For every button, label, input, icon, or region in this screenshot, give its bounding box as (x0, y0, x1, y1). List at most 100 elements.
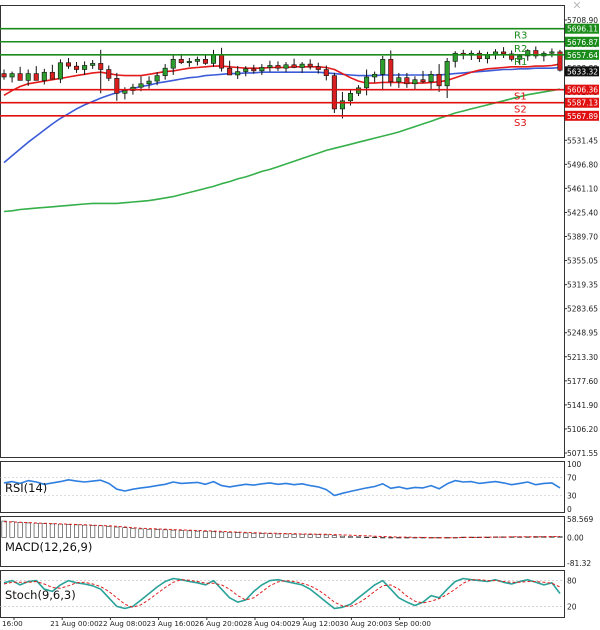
macd-bar (17, 522, 23, 538)
macd-bar (364, 536, 370, 539)
candle-body (484, 54, 490, 59)
candle-body (17, 73, 23, 81)
candle-body (380, 59, 386, 75)
pane-frame-stoch (0, 570, 565, 618)
candle-body (146, 80, 152, 85)
price-y-tick-label: 5106.20 (567, 425, 598, 434)
macd-bar (315, 534, 321, 538)
macd-bar (219, 531, 225, 538)
candle-body (194, 59, 200, 62)
macd-bar (291, 533, 297, 538)
close-icon[interactable]: ✕ (572, 0, 582, 11)
macd-bar (356, 536, 362, 538)
macd-bar (74, 524, 80, 538)
candle-body (186, 61, 192, 64)
macd-bar (122, 527, 128, 538)
level-price-label: 5606.36 (567, 86, 598, 95)
macd-bar (202, 531, 208, 538)
macd-bar (307, 534, 313, 538)
candle-body (227, 67, 233, 76)
candle-body (444, 61, 450, 87)
candle-body (82, 65, 88, 70)
macd-bar (347, 536, 354, 538)
candle-body (219, 54, 225, 69)
candle-body (356, 87, 362, 94)
macd-bar (283, 533, 289, 538)
candle-body (549, 51, 555, 54)
candle-body (420, 79, 426, 83)
level-name-r1: R1 (514, 57, 527, 68)
candle-body (436, 73, 442, 87)
ma-slow-line (3, 88, 561, 213)
candle-body (501, 51, 507, 55)
macd-signal-line (3, 521, 560, 539)
candle-body (267, 65, 273, 68)
price-y-tick-label: 5319.35 (567, 281, 598, 290)
candle-body (178, 59, 184, 64)
macd-bar (9, 521, 15, 538)
macd-bar (331, 535, 337, 538)
stoch-y-tick-label: 20 (567, 602, 577, 611)
candle-body (364, 76, 370, 89)
macd-bar (235, 532, 241, 538)
price-y-tick-label: 5461.10 (567, 184, 598, 193)
candle-body (428, 73, 434, 83)
level-name-r2: R2 (514, 44, 527, 55)
macd-y-tick-label: 0.00 (567, 533, 584, 542)
candle-body (98, 63, 104, 70)
candle-body (412, 79, 418, 85)
macd-bar (267, 533, 273, 538)
x-tick-label: 28 Aug 04:00 (243, 619, 292, 628)
level-price-label: 5587.13 (567, 99, 598, 108)
macd-bar (186, 530, 192, 538)
stoch-title: Stoch(9,6,3) (5, 588, 76, 602)
candle-body (396, 77, 402, 83)
candle-body (372, 73, 378, 78)
rsi-y-tick-label: 0 (567, 505, 572, 514)
macd-bar (372, 536, 378, 539)
price-y-tick-label: 5496.80 (567, 160, 598, 169)
price-y-tick-label: 5248.95 (567, 329, 598, 338)
candle-body (74, 65, 80, 70)
macd-y-tick-label: 58.569 (567, 515, 593, 524)
macd-bar (57, 523, 63, 538)
macd-bar (82, 524, 88, 538)
candle-body (243, 68, 249, 72)
candle-body (106, 69, 112, 79)
rsi-y-tick-label: 70 (567, 474, 577, 483)
candle-body (65, 62, 72, 67)
pane-frame-rsi (0, 461, 565, 513)
candle-body (1, 73, 7, 78)
candle-body (210, 54, 217, 64)
level-name-r3: R3 (514, 31, 527, 42)
macd-bar (146, 528, 152, 538)
candle-body (235, 71, 241, 76)
macd-bar (49, 523, 55, 538)
macd-bar (33, 522, 39, 538)
candle-body (9, 73, 15, 78)
candle-body (202, 59, 208, 64)
candle-body (138, 83, 144, 88)
candle-body (25, 73, 31, 81)
price-y-tick-label: 5141.90 (567, 401, 598, 410)
x-tick-label: 16:00 (2, 619, 23, 628)
price-y-tick-label: 5389.70 (567, 233, 598, 242)
price-y-tick-label: 5283.65 (567, 305, 598, 314)
macd-bar (299, 533, 305, 538)
level-price-label: 5676.87 (567, 38, 598, 47)
x-tick-label: 3 Sep 00:00 (388, 619, 432, 628)
macd-bar (210, 531, 217, 538)
x-tick-label: 26 Aug 20:00 (195, 619, 244, 628)
macd-bar (98, 525, 104, 538)
price-y-tick-label: 5355.05 (567, 257, 598, 266)
candle-body (347, 93, 354, 102)
x-tick-label: 23 Aug 16:00 (147, 619, 196, 628)
macd-bar (178, 530, 184, 538)
stoch-y-tick-label: 80 (567, 577, 577, 586)
price-y-tick-label: 5531.45 (567, 136, 598, 145)
rsi-y-tick-label: 100 (567, 460, 582, 469)
macd-bar (251, 533, 257, 538)
level-name-s3: S3 (514, 118, 527, 129)
x-tick-label: 29 Aug 12:00 (291, 619, 340, 628)
macd-bar (138, 528, 144, 538)
